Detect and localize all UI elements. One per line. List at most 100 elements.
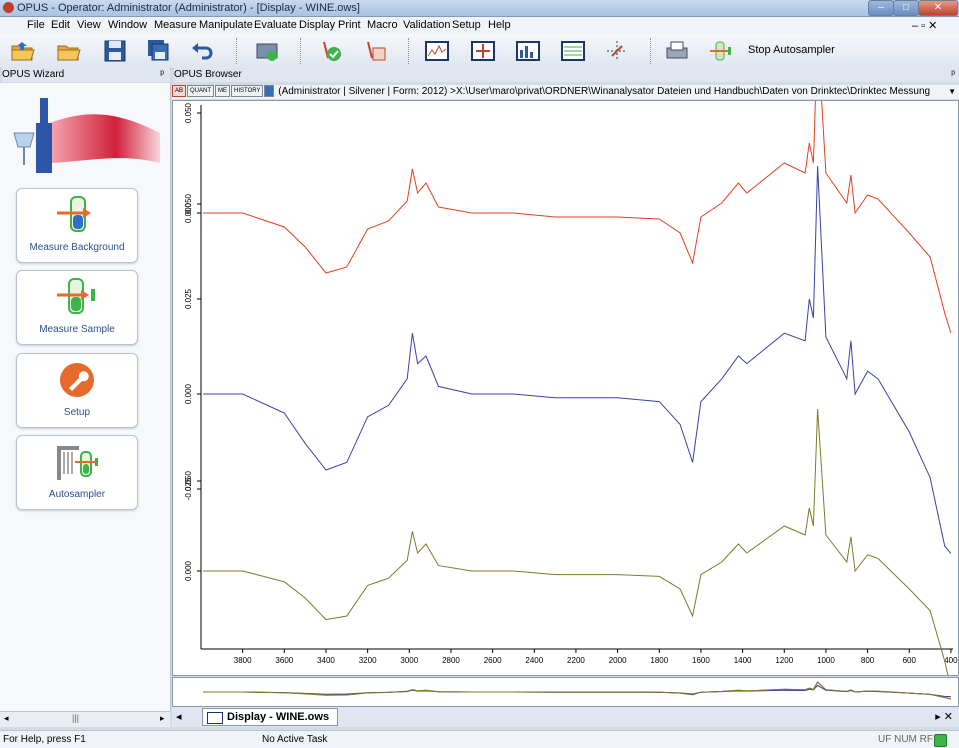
minimize-button[interactable]: – xyxy=(868,0,894,16)
y-tick-label: 0.000 xyxy=(184,560,193,581)
menu-edit[interactable]: Edit xyxy=(51,19,70,31)
x-tick-label: 2600 xyxy=(484,656,502,665)
mdi-window-controls[interactable]: – ▫ ✕ xyxy=(912,19,937,32)
menu-validation[interactable]: Validation xyxy=(403,19,451,31)
status-indicators: UF NUM RF xyxy=(878,734,933,745)
overview-svg xyxy=(203,681,952,700)
measure-sample-icon xyxy=(57,278,95,314)
spectrum-overview-strip[interactable] xyxy=(172,677,959,707)
file-color-icon xyxy=(264,85,275,98)
wizard-title: OPUS Wizard xyxy=(2,69,65,80)
menu-window[interactable]: Window xyxy=(108,19,147,31)
opus-wizard-panel: Measure Background Measure Sample Setup … xyxy=(0,83,171,711)
menu-macro[interactable]: Macro xyxy=(367,19,398,31)
status-task-text: No Active Task xyxy=(262,734,328,745)
scroll-thumb-grip[interactable]: ||| xyxy=(72,713,79,723)
path-dropdown-icon[interactable]: ▼ xyxy=(948,85,956,99)
scroll-left-arrow[interactable]: ◂ xyxy=(4,713,9,724)
ab-view-button[interactable]: AB xyxy=(172,85,187,98)
autosampler-card[interactable]: Autosampler xyxy=(16,435,138,510)
opus-app-icon xyxy=(3,2,14,13)
x-tick-label: 3000 xyxy=(400,656,418,665)
x-tick-label: 2200 xyxy=(567,656,585,665)
tab-nav-right-close[interactable]: ▸ ✕ xyxy=(935,710,953,723)
instrument-status-icon[interactable] xyxy=(254,38,280,64)
x-tick-label: 400 xyxy=(944,656,958,665)
browser-title: OPUS Browser xyxy=(174,69,242,80)
scroll-right-arrow[interactable]: ▸ xyxy=(160,713,165,724)
y-tick-label: 0.000 xyxy=(184,383,193,404)
history-view-button[interactable]: HISTORY xyxy=(231,85,264,98)
autosampler-icon xyxy=(57,446,98,480)
print-icon[interactable] xyxy=(664,38,690,64)
status-help-text: For Help, press F1 xyxy=(3,734,86,745)
measure-sample-label: Measure Sample xyxy=(39,324,115,335)
document-tab-strip: ◂ Display - WINE.ows ▸ ✕ xyxy=(172,707,959,727)
browser-file-path: (Administrator | Silvener | Form: 2012) … xyxy=(278,86,931,97)
menu-file[interactable]: File xyxy=(27,19,45,31)
toolbar-separator xyxy=(236,38,241,64)
spectrum-display-icon[interactable] xyxy=(424,38,450,64)
x-tick-label: 3800 xyxy=(234,656,252,665)
toolbar: Stop Autosampler xyxy=(0,34,959,69)
setup-card[interactable]: Setup xyxy=(16,353,138,428)
autosampler-stop-icon[interactable] xyxy=(708,38,734,64)
spectrum-svg: 3800 3600 3400 3200 3000 2800 2600 2400 2200 2000… xyxy=(184,32,958,689)
toolbar-separator xyxy=(408,38,413,64)
menu-setup[interactable]: Setup xyxy=(452,19,481,31)
spectrum-zoom-icon[interactable] xyxy=(470,38,496,64)
autosampler-label: Autosampler xyxy=(48,489,106,500)
overview-line-3 xyxy=(203,681,952,700)
menu-manipulate[interactable]: Manipulate xyxy=(199,19,253,31)
measure-background-card[interactable]: Measure Background xyxy=(16,188,138,263)
window-title: OPUS - Operator: Administrator (Administ… xyxy=(17,2,360,14)
undo-icon[interactable] xyxy=(190,38,216,64)
open-file-icon[interactable] xyxy=(56,38,82,64)
wine-bottle-graphic xyxy=(13,98,160,173)
crosshair-cursor-icon[interactable] xyxy=(604,38,630,64)
open-folder-icon[interactable] xyxy=(10,38,36,64)
wizard-pin-icon[interactable]: ᵖ xyxy=(160,68,164,82)
stop-autosampler-button[interactable]: Stop Autosampler xyxy=(748,44,835,56)
instrument-status-led xyxy=(934,734,947,747)
x-tick-label: 2800 xyxy=(442,656,460,665)
wrench-icon xyxy=(60,363,94,397)
browser-header: OPUS Browser ᵖ xyxy=(174,68,959,82)
validate-report-icon[interactable] xyxy=(362,38,388,64)
tab-label: Display - WINE.ows xyxy=(227,711,330,723)
close-button[interactable]: ✕ xyxy=(918,0,958,16)
wizard-horizontal-scrollbar[interactable]: ◂ ||| ▸ xyxy=(0,711,170,727)
spectrum-plot-area[interactable]: 3800 3600 3400 3200 3000 2800 2600 2400 2200 2000… xyxy=(172,32,959,689)
title-bar: OPUS - Operator: Administrator (Administ… xyxy=(0,0,959,17)
menu-display[interactable]: Display xyxy=(299,19,335,31)
x-tick-label: 1600 xyxy=(692,656,710,665)
peak-pick-icon[interactable] xyxy=(515,38,541,64)
y-tick-label: 0.050 xyxy=(184,102,193,123)
x-tick-label: 600 xyxy=(903,656,917,665)
tab-nav-left[interactable]: ◂ xyxy=(176,710,182,723)
browser-path-bar: AB QUANT ME HISTORY (Administrator | Silven… xyxy=(172,85,959,99)
validate-check-icon[interactable] xyxy=(318,38,344,64)
tab-display-wine[interactable]: Display - WINE.ows xyxy=(202,708,339,726)
browser-pin-icon[interactable]: ᵖ xyxy=(951,68,955,82)
menu-bar: File Edit View Window Measure Manipulate… xyxy=(0,17,959,34)
measure-background-icon xyxy=(57,196,91,232)
x-tick-label: 1800 xyxy=(650,656,668,665)
quant-view-button[interactable]: QUANT xyxy=(187,85,215,98)
save-icon[interactable] xyxy=(102,38,128,64)
menu-print[interactable]: Print xyxy=(338,19,361,31)
menu-measure[interactable]: Measure xyxy=(154,19,197,31)
spectrum-line-1 xyxy=(203,32,952,334)
menu-help[interactable]: Help xyxy=(488,19,511,31)
maximize-button[interactable]: □ xyxy=(893,0,919,16)
y-tick-label: 0.025 xyxy=(184,288,193,309)
measure-sample-card[interactable]: Measure Sample xyxy=(16,270,138,345)
x-tick-label: 1000 xyxy=(817,656,835,665)
menu-evaluate[interactable]: Evaluate xyxy=(254,19,297,31)
wizard-header: OPUS Wizard ᵖ xyxy=(2,68,170,82)
save-all-icon[interactable] xyxy=(146,38,172,64)
overlay-spectra-icon[interactable] xyxy=(560,38,586,64)
me-view-button[interactable]: ME xyxy=(215,85,231,98)
toolbar-separator xyxy=(650,38,655,64)
menu-view[interactable]: View xyxy=(77,19,101,31)
